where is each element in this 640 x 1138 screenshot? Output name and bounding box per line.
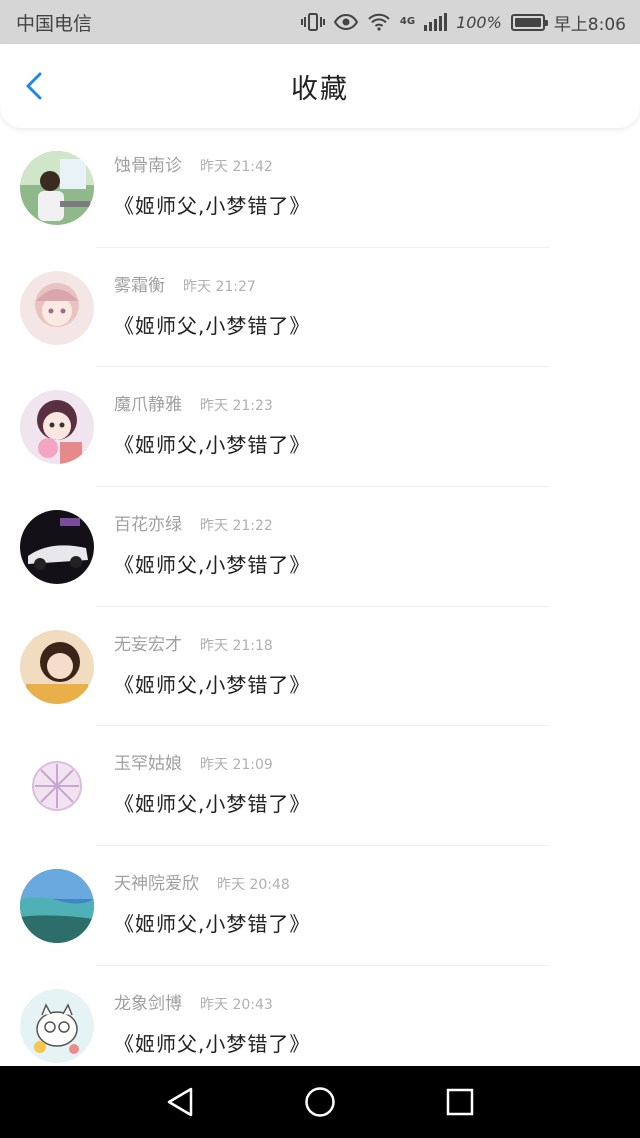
list-item[interactable]: 无妄宏才 昨天 21:18 《姬师父,小梦错了》 [0,607,640,727]
avatar [20,749,94,824]
message-text: 《姬师父,小梦错了》 [114,911,311,936]
user-name: 雾霜衡 [114,275,165,296]
eye-icon [333,13,358,31]
avatar [20,988,94,1063]
time-label: 20:48 [249,876,290,893]
message-text: 《姬师父,小梦错了》 [114,552,311,577]
time-label: 21:09 [232,757,273,774]
day-label: 昨天 [200,158,228,175]
message-text: 《姬师父,小梦错了》 [114,313,311,338]
list-item[interactable]: 蚀骨南诊 昨天 21:42 《姬师父,小梦错了》 [0,128,640,248]
day-label: 昨天 [200,637,228,654]
user-name: 无妄宏才 [114,634,182,655]
square-recents-icon [446,1088,474,1116]
day-label: 昨天 [217,876,245,893]
status-bar: 中国电信 4G 100% 早上8:06 [0,0,640,44]
avatar [20,509,94,584]
day-label: 昨天 [200,757,228,774]
wifi-icon [367,13,391,31]
page-title: 收藏 [291,73,349,105]
triangle-back-icon [167,1087,193,1117]
message-text: 《姬师父,小梦错了》 [114,433,311,458]
nav-recents-button[interactable] [440,1082,480,1122]
clock: 早上8:06 [553,14,626,35]
network-type-label: 4G [399,15,416,27]
message-text: 《姬师父,小梦错了》 [114,792,311,817]
user-name: 天神院爱欣 [114,873,199,894]
day-label: 昨天 [183,278,211,295]
avatar [20,270,94,345]
avatar [20,150,94,225]
user-name: 蚀骨南诊 [114,155,182,176]
list-item[interactable]: 玉罕姑娘 昨天 21:09 《姬师父,小梦错了》 [0,726,640,847]
carrier-label: 中国电信 [16,12,93,35]
user-name: 百花亦绿 [114,514,182,535]
avatar [20,868,94,943]
list-item[interactable]: 龙象剑博 昨天 20:43 《姬师父,小梦错了》 [0,966,640,1066]
back-button[interactable] [20,70,52,102]
list-item[interactable]: 魔爪静雅 昨天 21:23 《姬师父,小梦错了》 [0,367,640,488]
battery-percent: 100% [456,12,502,32]
circle-home-icon [305,1087,335,1117]
favorites-list: 蚀骨南诊 昨天 21:42 《姬师父,小梦错了》 雾霜衡 昨天 21:27 《姬师父… [0,128,640,1066]
chevron-left-icon [26,72,42,100]
list-item[interactable]: 雾霜衡 昨天 21:27 《姬师父,小梦错了》 [0,248,640,368]
vibrate-icon [300,12,325,32]
day-label: 昨天 [200,996,228,1013]
avatar [20,390,94,465]
time-label: 21:27 [215,278,256,295]
status-icons: 4G 100% 早上8:06 [300,10,626,35]
message-text: 《姬师父,小梦错了》 [114,672,311,697]
battery-icon [510,13,548,31]
nav-home-button[interactable] [300,1082,340,1122]
time-label: 20:43 [232,996,273,1013]
header: 收藏 [0,44,640,128]
time-label: 21:23 [232,398,273,415]
avatar [20,629,94,704]
signal-icon [424,13,448,31]
nav-back-button[interactable] [160,1082,200,1122]
time-label: 21:22 [232,517,273,534]
user-name: 玉罕姑娘 [114,754,182,775]
day-label: 昨天 [200,517,228,534]
user-name: 龙象剑博 [114,993,182,1014]
time-label: 21:42 [232,158,273,175]
list-item[interactable]: 天神院爱欣 昨天 20:48 《姬师父,小梦错了》 [0,846,640,966]
day-label: 昨天 [200,398,228,415]
list-item[interactable]: 百花亦绿 昨天 21:22 《姬师父,小梦错了》 [0,487,640,607]
navigation-bar [0,1066,640,1138]
user-name: 魔爪静雅 [114,395,182,416]
time-label: 21:18 [232,637,273,654]
message-text: 《姬师父,小梦错了》 [114,193,311,218]
message-text: 《姬师父,小梦错了》 [114,1031,311,1056]
